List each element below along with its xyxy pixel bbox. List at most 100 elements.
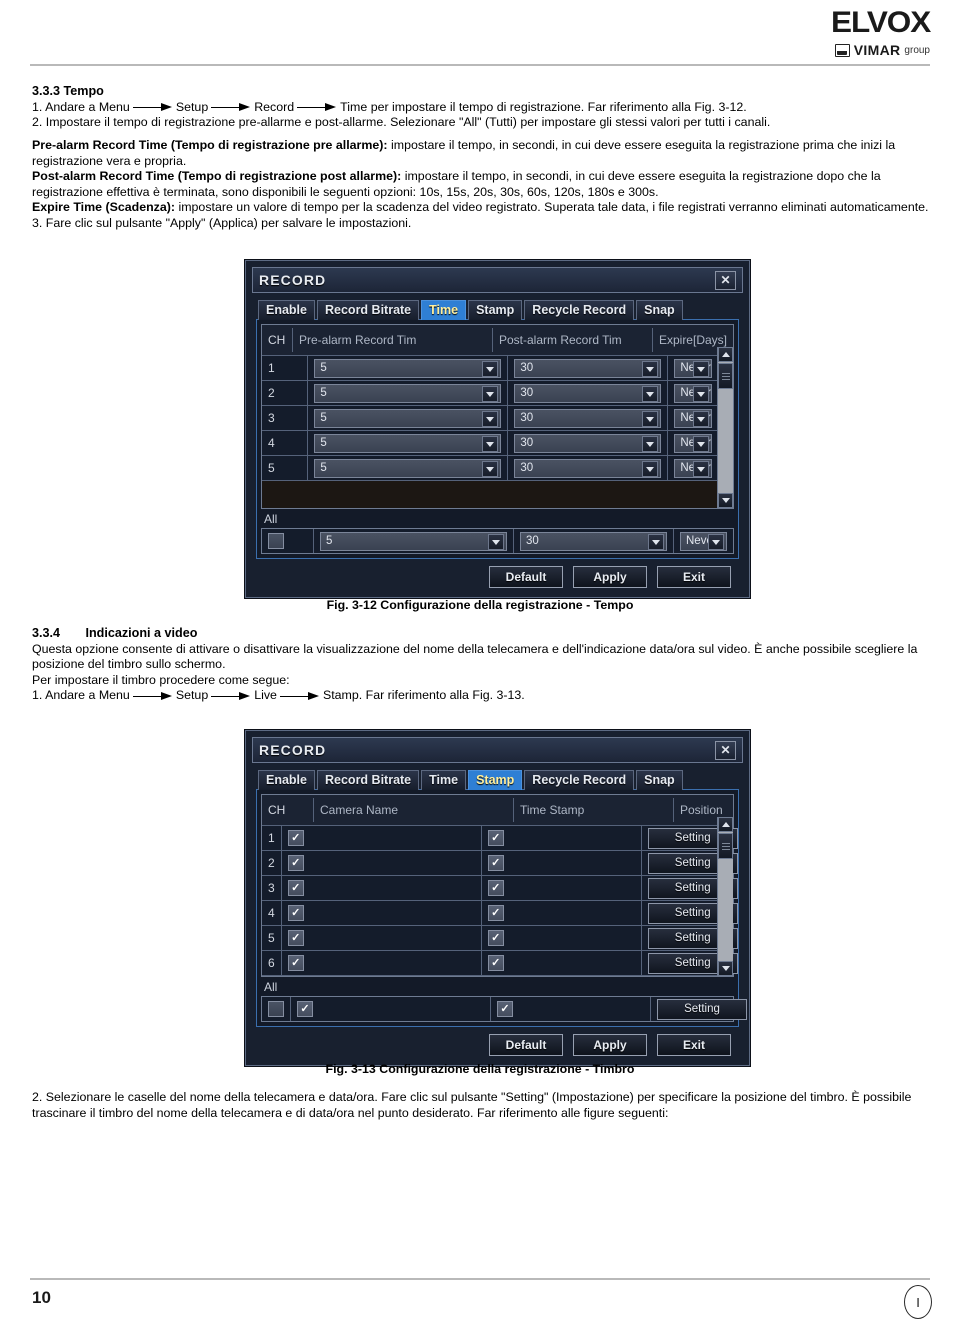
- expire-dropdown[interactable]: Never: [674, 358, 712, 378]
- chevron-down-icon[interactable]: [642, 436, 659, 452]
- prealarm-value: 5: [320, 412, 327, 424]
- cell-prealarm: 5: [308, 456, 509, 480]
- all-prealarm-dropdown[interactable]: 5: [320, 531, 507, 551]
- scrollbar-thumb[interactable]: [718, 833, 733, 859]
- table-row: 3 5 30 Never: [262, 406, 733, 431]
- close-icon[interactable]: ✕: [715, 740, 736, 760]
- time-stamp-checkbox[interactable]: ✓: [487, 830, 504, 846]
- chevron-down-icon[interactable]: [482, 411, 499, 427]
- camera-name-checkbox[interactable]: ✓: [287, 880, 304, 896]
- camera-name-checkbox[interactable]: ✓: [287, 905, 304, 921]
- all-postalarm-dropdown[interactable]: 30: [520, 531, 667, 551]
- all-camera-name-checkbox[interactable]: ✓: [297, 1001, 313, 1017]
- tab-snap[interactable]: Snap: [636, 300, 683, 320]
- tab-record-bitrate[interactable]: Record Bitrate: [317, 770, 420, 790]
- chevron-down-icon[interactable]: [642, 461, 659, 477]
- expire-dropdown[interactable]: Never: [674, 458, 712, 478]
- chevron-down-icon[interactable]: [482, 361, 499, 377]
- expire-dropdown[interactable]: Never: [674, 433, 712, 453]
- all-setting-button[interactable]: Setting: [657, 998, 747, 1020]
- expire-dropdown[interactable]: Never: [674, 383, 712, 403]
- tab-recycle-record[interactable]: Recycle Record: [524, 300, 635, 320]
- tab-record-bitrate[interactable]: Record Bitrate: [317, 300, 420, 320]
- prealarm-dropdown[interactable]: 5: [314, 408, 502, 428]
- close-icon[interactable]: ✕: [715, 270, 736, 290]
- chevron-down-icon[interactable]: [693, 386, 709, 402]
- cell-time-stamp: ✓: [482, 851, 642, 875]
- chevron-down-icon[interactable]: [488, 534, 504, 550]
- prealarm-dropdown[interactable]: 5: [314, 458, 502, 478]
- prealarm-dropdown[interactable]: 5: [314, 358, 502, 378]
- chevron-down-icon[interactable]: [642, 361, 659, 377]
- apply-button[interactable]: Apply: [573, 566, 647, 588]
- tab-recycle-record[interactable]: Recycle Record: [524, 770, 635, 790]
- tab-enable[interactable]: Enable: [258, 300, 315, 320]
- tab-stamp[interactable]: Stamp: [468, 300, 523, 320]
- cell-postalarm: 30: [508, 356, 669, 380]
- chevron-down-icon[interactable]: [648, 534, 664, 550]
- postalarm-dropdown[interactable]: 30: [514, 358, 662, 378]
- postalarm-dropdown[interactable]: 30: [514, 383, 662, 403]
- postalarm-dropdown[interactable]: 30: [514, 458, 662, 478]
- scroll-down-icon[interactable]: [718, 961, 733, 976]
- arrow-right-icon: [132, 103, 173, 112]
- prealarm-dropdown[interactable]: 5: [314, 383, 502, 403]
- prealarm-dropdown[interactable]: 5: [314, 433, 502, 453]
- arrow-right-icon: [211, 103, 251, 112]
- chevron-down-icon[interactable]: [693, 461, 709, 477]
- table-scrollbar[interactable]: [717, 817, 733, 976]
- tab-enable[interactable]: Enable: [258, 770, 315, 790]
- cell-prealarm: 5: [308, 431, 509, 455]
- figure-caption-3-13: Fig. 3-13 Configurazione della registraz…: [325, 1062, 635, 1076]
- chevron-down-icon[interactable]: [482, 386, 499, 402]
- postalarm-value: 30: [520, 387, 534, 399]
- chevron-down-icon[interactable]: [642, 386, 659, 402]
- scroll-down-icon[interactable]: [718, 493, 733, 508]
- all-time-stamp-checkbox[interactable]: ✓: [497, 1001, 513, 1017]
- camera-name-checkbox[interactable]: ✓: [287, 930, 304, 946]
- time-stamp-checkbox[interactable]: ✓: [487, 955, 504, 971]
- exit-button[interactable]: Exit: [657, 566, 731, 588]
- default-button[interactable]: Default: [489, 1034, 563, 1056]
- postalarm-dropdown[interactable]: 30: [514, 408, 662, 428]
- column-header-prealarm: Pre-alarm Record Tim: [293, 328, 493, 352]
- scrollbar-thumb[interactable]: [718, 363, 733, 389]
- all-checkbox[interactable]: [268, 1001, 284, 1017]
- section-3-3-4-number: 3.3.4: [32, 626, 61, 640]
- camera-name-checkbox[interactable]: ✓: [287, 855, 304, 871]
- cell-postalarm: 30: [508, 431, 669, 455]
- chevron-down-icon[interactable]: [482, 436, 499, 452]
- record-dialog-stamp[interactable]: RECORD ✕ Enable Record Bitrate Time Stam…: [245, 730, 750, 1066]
- time-stamp-checkbox[interactable]: ✓: [487, 880, 504, 896]
- apply-button[interactable]: Apply: [573, 1034, 647, 1056]
- time-stamp-checkbox[interactable]: ✓: [487, 905, 504, 921]
- time-stamp-checkbox[interactable]: ✓: [487, 855, 504, 871]
- chevron-down-icon[interactable]: [693, 411, 709, 427]
- expire-dropdown[interactable]: Never: [674, 408, 712, 428]
- chevron-down-icon[interactable]: [642, 411, 659, 427]
- chevron-down-icon[interactable]: [708, 534, 724, 550]
- scroll-up-icon[interactable]: [718, 347, 733, 362]
- prealarm-paragraph: Pre-alarm Record Time (Tempo di registra…: [32, 138, 930, 169]
- all-expire-dropdown[interactable]: Never: [680, 531, 727, 551]
- tab-snap[interactable]: Snap: [636, 770, 683, 790]
- default-button[interactable]: Default: [489, 566, 563, 588]
- all-checkbox[interactable]: [268, 533, 284, 549]
- figure-caption-3-12: Fig. 3-12 Configurazione della registraz…: [326, 598, 634, 612]
- time-stamp-checkbox[interactable]: ✓: [487, 930, 504, 946]
- exit-button[interactable]: Exit: [657, 1034, 731, 1056]
- tab-stamp[interactable]: Stamp: [468, 770, 523, 790]
- camera-name-checkbox[interactable]: ✓: [287, 830, 304, 846]
- tab-time[interactable]: Time: [421, 770, 467, 790]
- cell-camera-name: ✓: [282, 826, 482, 850]
- chevron-down-icon[interactable]: [693, 436, 709, 452]
- table-scrollbar[interactable]: [717, 347, 733, 508]
- postalarm-dropdown[interactable]: 30: [514, 433, 662, 453]
- scroll-up-icon[interactable]: [718, 817, 733, 832]
- chevron-down-icon[interactable]: [482, 461, 499, 477]
- chevron-down-icon[interactable]: [693, 361, 709, 377]
- column-header-camera-name: Camera Name: [314, 798, 514, 822]
- record-dialog-time[interactable]: RECORD ✕ Enable Record Bitrate Time Stam…: [245, 260, 750, 598]
- camera-name-checkbox[interactable]: ✓: [287, 955, 304, 971]
- tab-time[interactable]: Time: [421, 300, 467, 320]
